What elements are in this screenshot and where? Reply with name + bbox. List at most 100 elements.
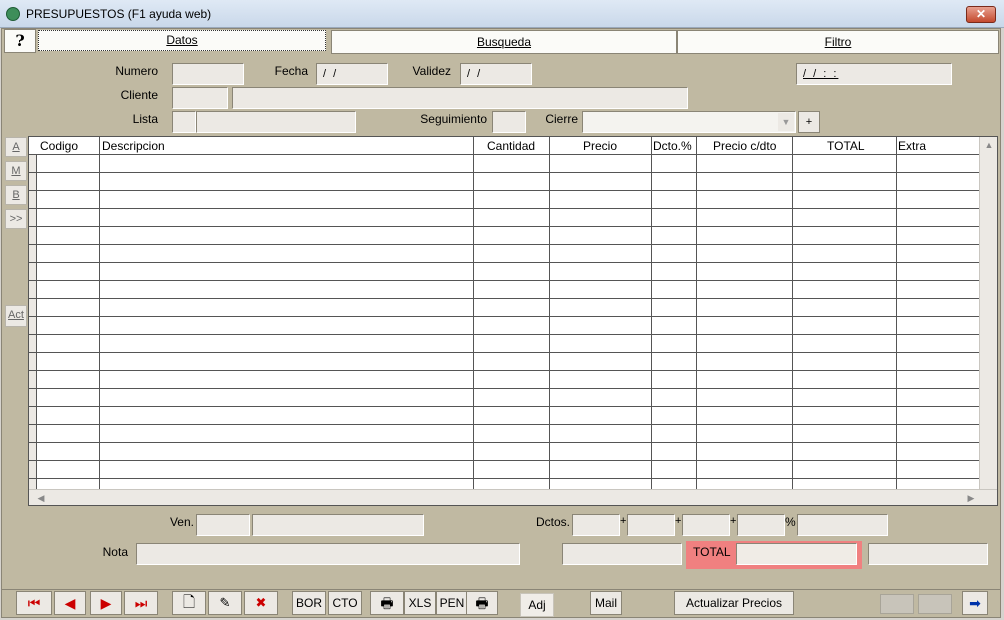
first-record-button[interactable]: ⏮	[16, 591, 52, 615]
column-header-extra[interactable]: Extra	[898, 139, 926, 153]
side-button-baja[interactable]: B	[5, 185, 27, 205]
edit-icon: ✎	[219, 595, 231, 610]
add-cierre-button[interactable]: +	[798, 111, 820, 133]
side-button-alta[interactable]: A	[5, 137, 27, 157]
new-document-button[interactable]: 🗋	[172, 591, 206, 615]
dcto2-field[interactable]	[627, 514, 675, 536]
print-button[interactable]: 🖶	[370, 591, 404, 615]
seguimiento-field[interactable]	[492, 111, 526, 133]
tab-busqueda[interactable]: Busqueda	[331, 30, 677, 54]
app-icon	[6, 7, 20, 21]
cliente-name-field[interactable]	[232, 87, 688, 109]
column-header-codigo[interactable]: Codigo	[40, 139, 78, 153]
table-row[interactable]	[29, 173, 979, 191]
dcto1-field[interactable]	[572, 514, 620, 536]
next-record-icon: ▶	[100, 595, 112, 611]
column-header-dcto[interactable]: Dcto.%	[653, 139, 692, 153]
ven-name-field[interactable]	[252, 514, 424, 536]
column-header-cantidad[interactable]: Cantidad	[487, 139, 535, 153]
next-record-button[interactable]: ▶	[90, 591, 122, 615]
table-row[interactable]	[29, 353, 979, 371]
last-record-button[interactable]: ⏭	[124, 591, 158, 615]
close-button[interactable]: ✕	[966, 6, 996, 23]
nota-field[interactable]	[136, 543, 520, 565]
vertical-scrollbar[interactable]: ▲	[979, 137, 997, 489]
tab-datos[interactable]: Datos	[38, 30, 326, 51]
adj-button[interactable]: Adj	[520, 593, 554, 617]
horizontal-scrollbar[interactable]: ◀ ▶	[29, 489, 997, 505]
actualizar-precios-button[interactable]: Actualizar Precios	[674, 591, 794, 615]
table-row[interactable]	[29, 263, 979, 281]
cto-button[interactable]: CTO	[328, 591, 362, 615]
prev-record-button[interactable]: ◀	[54, 591, 86, 615]
table-row[interactable]	[29, 461, 979, 479]
column-divider	[549, 137, 550, 505]
cierre-label: Cierre	[545, 112, 578, 126]
validez-field[interactable]: / /	[460, 63, 532, 85]
side-button-act[interactable]: Act	[5, 305, 27, 327]
table-row[interactable]	[29, 281, 979, 299]
pen-button[interactable]: PEN	[436, 591, 468, 615]
table-row[interactable]	[29, 407, 979, 425]
table-row[interactable]	[29, 389, 979, 407]
edit-button[interactable]: ✎	[208, 591, 242, 615]
table-body[interactable]	[29, 137, 979, 497]
tab-filtro[interactable]: Filtro	[677, 30, 999, 54]
lista-name-field[interactable]	[196, 111, 356, 133]
scroll-right-icon[interactable]: ▶	[963, 490, 979, 506]
cliente-code-field[interactable]	[172, 87, 228, 109]
scroll-up-icon[interactable]: ▲	[981, 137, 997, 153]
dctos-label: Dctos.	[535, 515, 570, 529]
column-header-precio-cdto[interactable]: Precio c/dto	[713, 139, 776, 153]
dcto4-field[interactable]	[737, 514, 785, 536]
cliente-label: Cliente	[120, 88, 158, 102]
xls-button[interactable]: XLS	[404, 591, 436, 615]
dcto3-field[interactable]	[682, 514, 730, 536]
scroll-left-icon[interactable]: ◀	[33, 490, 49, 506]
table-row[interactable]	[29, 245, 979, 263]
nota-label: Nota	[102, 545, 128, 559]
chevron-down-icon[interactable]: ▼	[778, 113, 794, 131]
print-preview-button[interactable]: 🖶	[466, 591, 498, 615]
cierre-select[interactable]	[582, 111, 796, 133]
help-button[interactable]: ?	[4, 29, 36, 53]
items-table[interactable]: Codigo Descripcion Cantidad Precio Dcto.…	[28, 136, 998, 506]
table-row[interactable]	[29, 227, 979, 245]
column-divider	[473, 137, 474, 505]
delete-button[interactable]: ✖	[244, 591, 278, 615]
table-row[interactable]	[29, 191, 979, 209]
column-divider	[696, 137, 697, 505]
numero-field[interactable]	[172, 63, 244, 85]
exit-button[interactable]: ➡	[962, 591, 988, 615]
table-row[interactable]	[29, 335, 979, 353]
table-row[interactable]	[29, 443, 979, 461]
table-row[interactable]	[29, 371, 979, 389]
bor-button[interactable]: BOR	[292, 591, 326, 615]
table-row[interactable]	[29, 317, 979, 335]
mail-button[interactable]: Mail	[590, 591, 622, 615]
subtotal-field	[562, 543, 682, 565]
datetime-field[interactable]: / / : :	[796, 63, 952, 85]
column-header-total[interactable]: TOTAL	[827, 139, 865, 153]
plus-sign: +	[620, 515, 627, 527]
dcto-percent-field[interactable]	[797, 514, 888, 536]
plus-sign: +	[730, 515, 737, 527]
ven-label: Ven.	[169, 515, 194, 529]
column-header-descripcion[interactable]: Descripcion	[102, 139, 165, 153]
side-button-more[interactable]: >>	[5, 209, 27, 229]
fecha-field[interactable]: / /	[316, 63, 388, 85]
lista-code-field[interactable]	[172, 111, 196, 133]
table-row[interactable]	[29, 155, 979, 173]
table-row[interactable]	[29, 425, 979, 443]
extra-total-field	[868, 543, 988, 565]
percent-sign: %	[785, 515, 796, 529]
table-row[interactable]	[29, 299, 979, 317]
side-button-modificar[interactable]: M	[5, 161, 27, 181]
column-divider	[896, 137, 897, 505]
total-label: TOTAL	[693, 545, 731, 559]
exit-arrow-icon: ➡	[969, 595, 981, 611]
table-row[interactable]	[29, 209, 979, 227]
ven-code-field[interactable]	[196, 514, 250, 536]
column-header-precio[interactable]: Precio	[583, 139, 617, 153]
last-record-icon: ⏭	[134, 595, 148, 611]
